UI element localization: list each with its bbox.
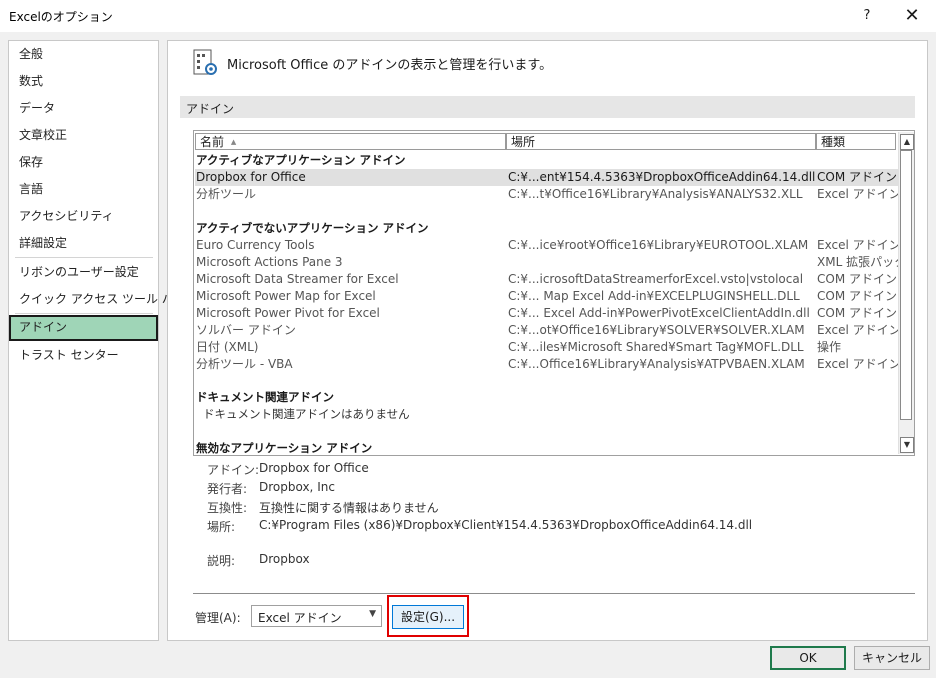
- scrollbar-thumb[interactable]: [900, 150, 912, 420]
- addin-type: COM アドイン: [817, 170, 897, 184]
- addin-location: C:¥... Excel Add-in¥PowerPivotExcelClien…: [508, 306, 810, 320]
- ok-button[interactable]: OK: [770, 646, 846, 670]
- detail-description-value: Dropbox: [259, 552, 310, 566]
- addin-type: COM アドイン: [817, 289, 897, 303]
- manage-label: 管理(A):: [195, 611, 241, 625]
- addin-name: 日付 (XML): [196, 340, 259, 354]
- addin-row[interactable]: Microsoft Power Pivot for Excel C:¥... E…: [195, 305, 898, 322]
- addin-type: COM アドイン: [817, 306, 897, 320]
- manage-dropdown-value: Excel アドイン: [258, 611, 342, 625]
- nav-item-trust-center[interactable]: トラスト センター: [9, 343, 158, 367]
- addin-type: Excel アドイン: [817, 238, 901, 252]
- addin-type: Excel アドイン: [817, 187, 901, 201]
- detail-location-value: C:¥Program Files (x86)¥Dropbox¥Client¥15…: [259, 518, 753, 532]
- detail-location-label: 場所:: [207, 520, 236, 534]
- nav-item-proofing[interactable]: 文章校正: [9, 123, 158, 147]
- nav-item-language[interactable]: 言語: [9, 177, 158, 201]
- detail-addin-label: アドイン:: [207, 463, 260, 477]
- nav-item-formulas[interactable]: 数式: [9, 69, 158, 93]
- addin-type: COM アドイン: [817, 272, 897, 286]
- addin-location: C:¥...Office16¥Library¥Analysis¥ATPVBAEN…: [508, 357, 805, 371]
- column-name-label: 名前: [200, 135, 225, 149]
- addin-row[interactable]: 日付 (XML) C:¥...iles¥Microsoft Shared¥Sma…: [195, 339, 898, 356]
- page-description: Microsoft Office のアドインの表示と管理を行います。: [227, 58, 553, 73]
- help-button[interactable]: ?: [852, 5, 882, 27]
- detail-addin-value: Dropbox for Office: [259, 461, 369, 475]
- addin-location: C:¥... Map Excel Add-in¥EXCELPLUGINSHELL…: [508, 289, 800, 303]
- group-document-addins: ドキュメント関連アドイン: [196, 390, 334, 404]
- cancel-button[interactable]: キャンセル: [854, 646, 930, 670]
- scroll-up-arrow-icon[interactable]: ▲: [900, 134, 914, 150]
- detail-description-label: 説明:: [207, 554, 236, 568]
- addin-type: Excel アドイン: [817, 357, 901, 371]
- detail-compat-label: 互換性:: [207, 501, 248, 515]
- nav-item-customize-ribbon[interactable]: リボンのユーザー設定: [9, 260, 158, 284]
- addin-name: ソルバー アドイン: [196, 323, 296, 337]
- addin-name: 分析ツール: [196, 187, 257, 201]
- addin-name: Microsoft Data Streamer for Excel: [196, 272, 399, 286]
- addin-name: Euro Currency Tools: [196, 238, 315, 252]
- nav-item-quick-access-toolbar[interactable]: クイック アクセス ツール バー: [9, 287, 186, 311]
- group-inactive-addins: アクティブでないアプリケーション アドイン: [196, 221, 429, 235]
- addin-name: Dropbox for Office: [196, 170, 306, 184]
- detail-publisher-value: Dropbox, Inc: [259, 480, 335, 494]
- addin-row[interactable]: 分析ツール - VBA C:¥...Office16¥Library¥Analy…: [195, 356, 901, 373]
- addin-location: C:¥...ot¥Office16¥Library¥SOLVER¥SOLVER.…: [508, 323, 805, 337]
- addin-row[interactable]: Microsoft Actions Pane 3 XML 拡張パック: [195, 254, 906, 271]
- addin-type: Excel アドイン: [817, 323, 901, 337]
- manage-divider: [193, 593, 915, 594]
- group-active-addins: アクティブなアプリケーション アドイン: [196, 153, 406, 167]
- addin-location: C:¥...icrosoftDataStreamerforExcel.vsto|…: [508, 272, 804, 286]
- section-title: アドイン: [186, 102, 235, 116]
- detail-compat-value: 互換性に関する情報はありません: [259, 501, 439, 515]
- addin-location: C:¥...ice¥root¥Office16¥Library¥EUROTOOL…: [508, 238, 809, 252]
- sort-ascending-icon: ▲: [230, 138, 237, 146]
- addin-type: XML 拡張パック: [817, 255, 907, 269]
- go-settings-button[interactable]: 設定(G)...: [392, 605, 464, 629]
- title-bar: [0, 0, 936, 32]
- chevron-down-icon: ▼: [369, 609, 376, 619]
- nav-item-general[interactable]: 全般: [9, 42, 158, 66]
- nav-item-data[interactable]: データ: [9, 96, 158, 120]
- detail-publisher-label: 発行者:: [207, 482, 248, 496]
- manage-dropdown[interactable]: Excel アドイン ▼: [251, 605, 382, 627]
- addin-row[interactable]: 分析ツール C:¥...t¥Office16¥Library¥Analysis¥…: [195, 186, 901, 203]
- nav-item-addins[interactable]: アドイン: [9, 315, 158, 341]
- addin-row[interactable]: Microsoft Power Map for Excel C:¥... Map…: [195, 288, 898, 305]
- list-scrollbar[interactable]: ▲ ▼: [898, 132, 914, 454]
- category-nav: 全般 数式 データ 文章校正 保存 言語 アクセシビリティ 詳細設定 リボンのユ…: [8, 40, 186, 641]
- window-title: Excelのオプション: [9, 10, 113, 24]
- nav-item-save[interactable]: 保存: [9, 150, 158, 174]
- column-header-location[interactable]: 場所: [506, 133, 816, 150]
- document-addins-note: ドキュメント関連アドインはありません: [203, 407, 410, 421]
- addin-name: Microsoft Power Map for Excel: [196, 289, 376, 303]
- addin-location: C:¥...t¥Office16¥Library¥Analysis¥ANALYS…: [508, 187, 803, 201]
- addin-name: Microsoft Actions Pane 3: [196, 255, 343, 269]
- addin-name: 分析ツール - VBA: [196, 357, 293, 371]
- addin-row[interactable]: Dropbox for Office C:¥...ent¥154.4.5363¥…: [195, 169, 898, 186]
- addin-location: C:¥...ent¥154.4.5363¥DropboxOfficeAddin6…: [508, 170, 816, 184]
- addin-type: 操作: [817, 340, 842, 354]
- addin-gear-icon: [191, 48, 221, 78]
- addin-row[interactable]: Euro Currency Tools C:¥...ice¥root¥Offic…: [195, 237, 901, 254]
- column-header-name[interactable]: 名前 ▲: [195, 133, 506, 150]
- nav-separator: [15, 313, 153, 314]
- nav-item-accessibility[interactable]: アクセシビリティ: [9, 204, 158, 228]
- nav-item-advanced[interactable]: 詳細設定: [9, 231, 158, 255]
- scroll-down-arrow-icon[interactable]: ▼: [900, 437, 914, 453]
- addin-location: C:¥...iles¥Microsoft Shared¥Smart Tag¥MO…: [508, 340, 804, 354]
- addin-list[interactable]: 名前 ▲ 場所 種類 アクティブなアプリケーション アドイン Dropbox f…: [193, 130, 915, 456]
- addin-name: Microsoft Power Pivot for Excel: [196, 306, 380, 320]
- close-button[interactable]: ✕: [896, 4, 928, 28]
- nav-separator: [15, 257, 153, 258]
- addin-row[interactable]: Microsoft Data Streamer for Excel C:¥...…: [195, 271, 898, 288]
- section-header: [180, 96, 915, 118]
- column-header-type[interactable]: 種類: [816, 133, 896, 150]
- group-disabled-addins: 無効なアプリケーション アドイン: [196, 441, 373, 455]
- addin-row[interactable]: ソルバー アドイン C:¥...ot¥Office16¥Library¥SOLV…: [195, 322, 901, 339]
